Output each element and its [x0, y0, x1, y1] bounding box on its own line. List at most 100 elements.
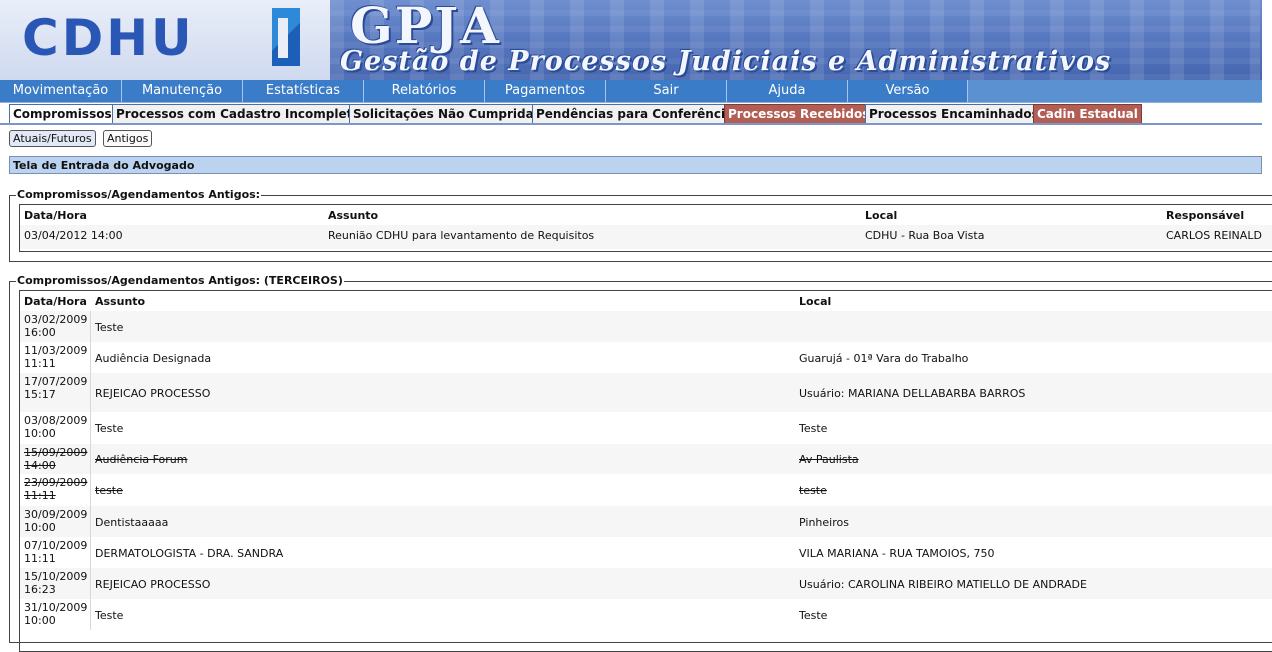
column-divider [90, 342, 91, 373]
cell-assunto: Audiência Forum [95, 453, 188, 466]
tab-pendencias-conferencia[interactable]: Pendências para Conferência [532, 104, 738, 123]
table-row[interactable]: 03/08/2009 10:00 Teste Teste [20, 412, 1272, 444]
menu-filler [968, 80, 1262, 102]
cell-datahora: 31/10/2009 10:00 [24, 601, 87, 627]
table-row[interactable]: 30/09/2009 10:00 Dentistaaaaa Pinheiros [20, 506, 1272, 537]
cell-time: 16:23 [24, 583, 56, 596]
main-menu: Movimentação Manutenção Estatísticas Rel… [0, 80, 1262, 103]
table-row[interactable]: 15/10/2009 16:23 REJEICAO PROCESSO Usuário:… [20, 568, 1272, 599]
cell-date: 17/07/2009 [24, 375, 88, 388]
old-appointments-legend: Compromissos/Agendamentos Antigos: [16, 188, 262, 201]
cell-datahora: 03/02/2009 16:00 [24, 313, 87, 339]
cell-time: 16:00 [24, 326, 56, 339]
cell-datahora: 30/09/2009 10:00 [24, 508, 87, 534]
tab-processos-recebidos[interactable]: Processos Recebidos [724, 104, 874, 123]
old-appointments-fieldset: Compromissos/Agendamentos Antigos: Data/… [9, 188, 1272, 262]
header-banner: CDHU GPJA Gestão de Processos Judiciais … [0, 0, 1262, 80]
column-divider [90, 599, 91, 630]
cell-assunto: Reunião CDHU para levantamento de Requis… [328, 229, 595, 242]
cell-date: 15/10/2009 [24, 570, 88, 583]
tab-solicitacoes-nao-cumpridas[interactable]: Solicitações Não Cumpridas [349, 104, 545, 123]
column-divider [90, 412, 91, 444]
col-header-datahora: Data/Hora [24, 295, 87, 308]
cell-date: 11/03/2009 [24, 344, 88, 357]
cell-datahora: 07/10/2009 11:11 [24, 539, 87, 565]
cell-time: 11:11 [24, 357, 56, 370]
app-subtitle: Gestão de Processos Judiciais e Administ… [340, 46, 1112, 77]
column-divider [90, 311, 91, 342]
col-header-local: Local [799, 295, 832, 308]
col-header-datahora: Data/Hora [24, 209, 87, 222]
cell-local: VILA MARIANA - RUA TAMOIOS, 750 [799, 547, 995, 560]
cell-datahora: 15/10/2009 16:23 [24, 570, 87, 596]
tab-cadin-estadual[interactable]: Cadin Estadual [1033, 104, 1142, 123]
cell-datahora: 23/09/2009 11:11 [24, 476, 87, 502]
cell-assunto: Teste [95, 321, 124, 334]
menu-item-relatorios[interactable]: Relatórios [364, 80, 485, 102]
menu-item-pagamentos[interactable]: Pagamentos [485, 80, 606, 102]
tab-processos-encaminhados[interactable]: Processos Encaminhados [865, 104, 1043, 123]
third-party-appointments-fieldset: Compromissos/Agendamentos Antigos: (TERC… [9, 274, 1272, 652]
cell-local: Usuário: CAROLINA RIBEIRO MATIELLO DE AN… [799, 578, 1087, 591]
column-divider [90, 537, 91, 568]
cell-time: 10:00 [24, 427, 56, 440]
cell-assunto: Teste [95, 609, 124, 622]
cell-responsavel: CARLOS REINALD [1166, 229, 1262, 242]
cell-date: 03/02/2009 [24, 313, 88, 326]
col-header-responsavel: Responsável [1166, 209, 1245, 222]
cell-local: Usuário: MARIANA DELLABARBA BARROS [799, 387, 1026, 400]
cell-assunto: teste [95, 484, 123, 497]
cell-local: teste [799, 484, 827, 497]
cdhu-logo-mark-icon [272, 8, 300, 66]
table-row[interactable]: 23/09/2009 11:11 teste teste [20, 474, 1272, 506]
menu-item-movimentacao[interactable]: Movimentação [0, 80, 122, 102]
table-row[interactable]: 11/03/2009 11:11 Audiência Designada Guaruj… [20, 342, 1272, 373]
cell-assunto: Dentistaaaaa [95, 516, 169, 529]
cell-datahora: 15/09/2009 14:00 [24, 446, 87, 472]
third-party-appointments-legend: Compromissos/Agendamentos Antigos: (TERC… [16, 274, 344, 287]
tab-compromissos[interactable]: Compromissos [9, 104, 116, 123]
menu-item-estatisticas[interactable]: Estatísticas [243, 80, 364, 102]
cell-assunto: Teste [95, 422, 124, 435]
antigos-button[interactable]: Antigos [103, 130, 153, 147]
cell-datahora: 11/03/2009 11:11 [24, 344, 87, 370]
table-row[interactable]: 31/10/2009 10:00 Teste Teste [20, 599, 1272, 630]
cell-assunto: DERMATOLOGISTA - DRA. SANDRA [95, 547, 284, 560]
menu-item-sair[interactable]: Sair [606, 80, 727, 102]
page-title: Tela de Entrada do Advogado [9, 156, 1262, 174]
col-header-local: Local [865, 209, 898, 222]
col-header-assunto: Assunto [95, 295, 146, 308]
cell-local: Pinheiros [799, 516, 849, 529]
atuais-futuros-button[interactable]: Atuais/Futuros [9, 130, 96, 147]
cdhu-logo: CDHU [22, 9, 195, 67]
cell-date: 07/10/2009 [24, 539, 88, 552]
table-row[interactable]: 17/07/2009 15:17 REJEICAO PROCESSO Usuário:… [20, 373, 1272, 412]
menu-item-manutencao[interactable]: Manutenção [122, 80, 243, 102]
cell-local: Guarujá - 01ª Vara do Trabalho [799, 352, 969, 365]
old-appointments-table: Data/Hora Assunto Local Responsável 03/0… [19, 204, 1272, 252]
cell-date: 23/09/2009 [24, 476, 88, 489]
cell-local: CDHU - Rua Boa Vista [865, 229, 985, 242]
table-row[interactable]: 03/02/2009 16:00 Teste [20, 311, 1272, 342]
cell-time: 14:00 [24, 459, 56, 472]
cell-datahora: 03/08/2009 10:00 [24, 414, 87, 440]
table-row[interactable]: 07/10/2009 11:11 DERMATOLOGISTA - DRA. SAN… [20, 537, 1272, 568]
cell-datahora: 17/07/2009 15:17 [24, 375, 87, 401]
cell-time: 15:17 [24, 388, 56, 401]
cell-local: Av Paulista [799, 453, 859, 466]
cell-assunto: REJEICAO PROCESSO [95, 387, 211, 400]
cell-local: Teste [799, 422, 828, 435]
tab-processos-cadastro-incompleto[interactable]: Processos com Cadastro Incompleto [112, 104, 365, 123]
column-divider [90, 444, 91, 474]
table-header-row: Data/Hora Assunto Local Responsável [20, 205, 1272, 225]
cell-time: 10:00 [24, 521, 56, 534]
menu-item-ajuda[interactable]: Ajuda [727, 80, 848, 102]
cell-time: 11:11 [24, 489, 56, 502]
menu-item-versao[interactable]: Versão [848, 80, 968, 102]
table-row[interactable]: 15/09/2009 14:00 Audiência Forum Av Paulist… [20, 444, 1272, 474]
column-divider [90, 568, 91, 599]
cell-date: 15/09/2009 [24, 446, 88, 459]
column-divider [90, 373, 91, 412]
cell-assunto: Audiência Designada [95, 352, 212, 365]
table-row[interactable]: 03/04/2012 14:00 Reunião CDHU para levan… [20, 225, 1272, 249]
